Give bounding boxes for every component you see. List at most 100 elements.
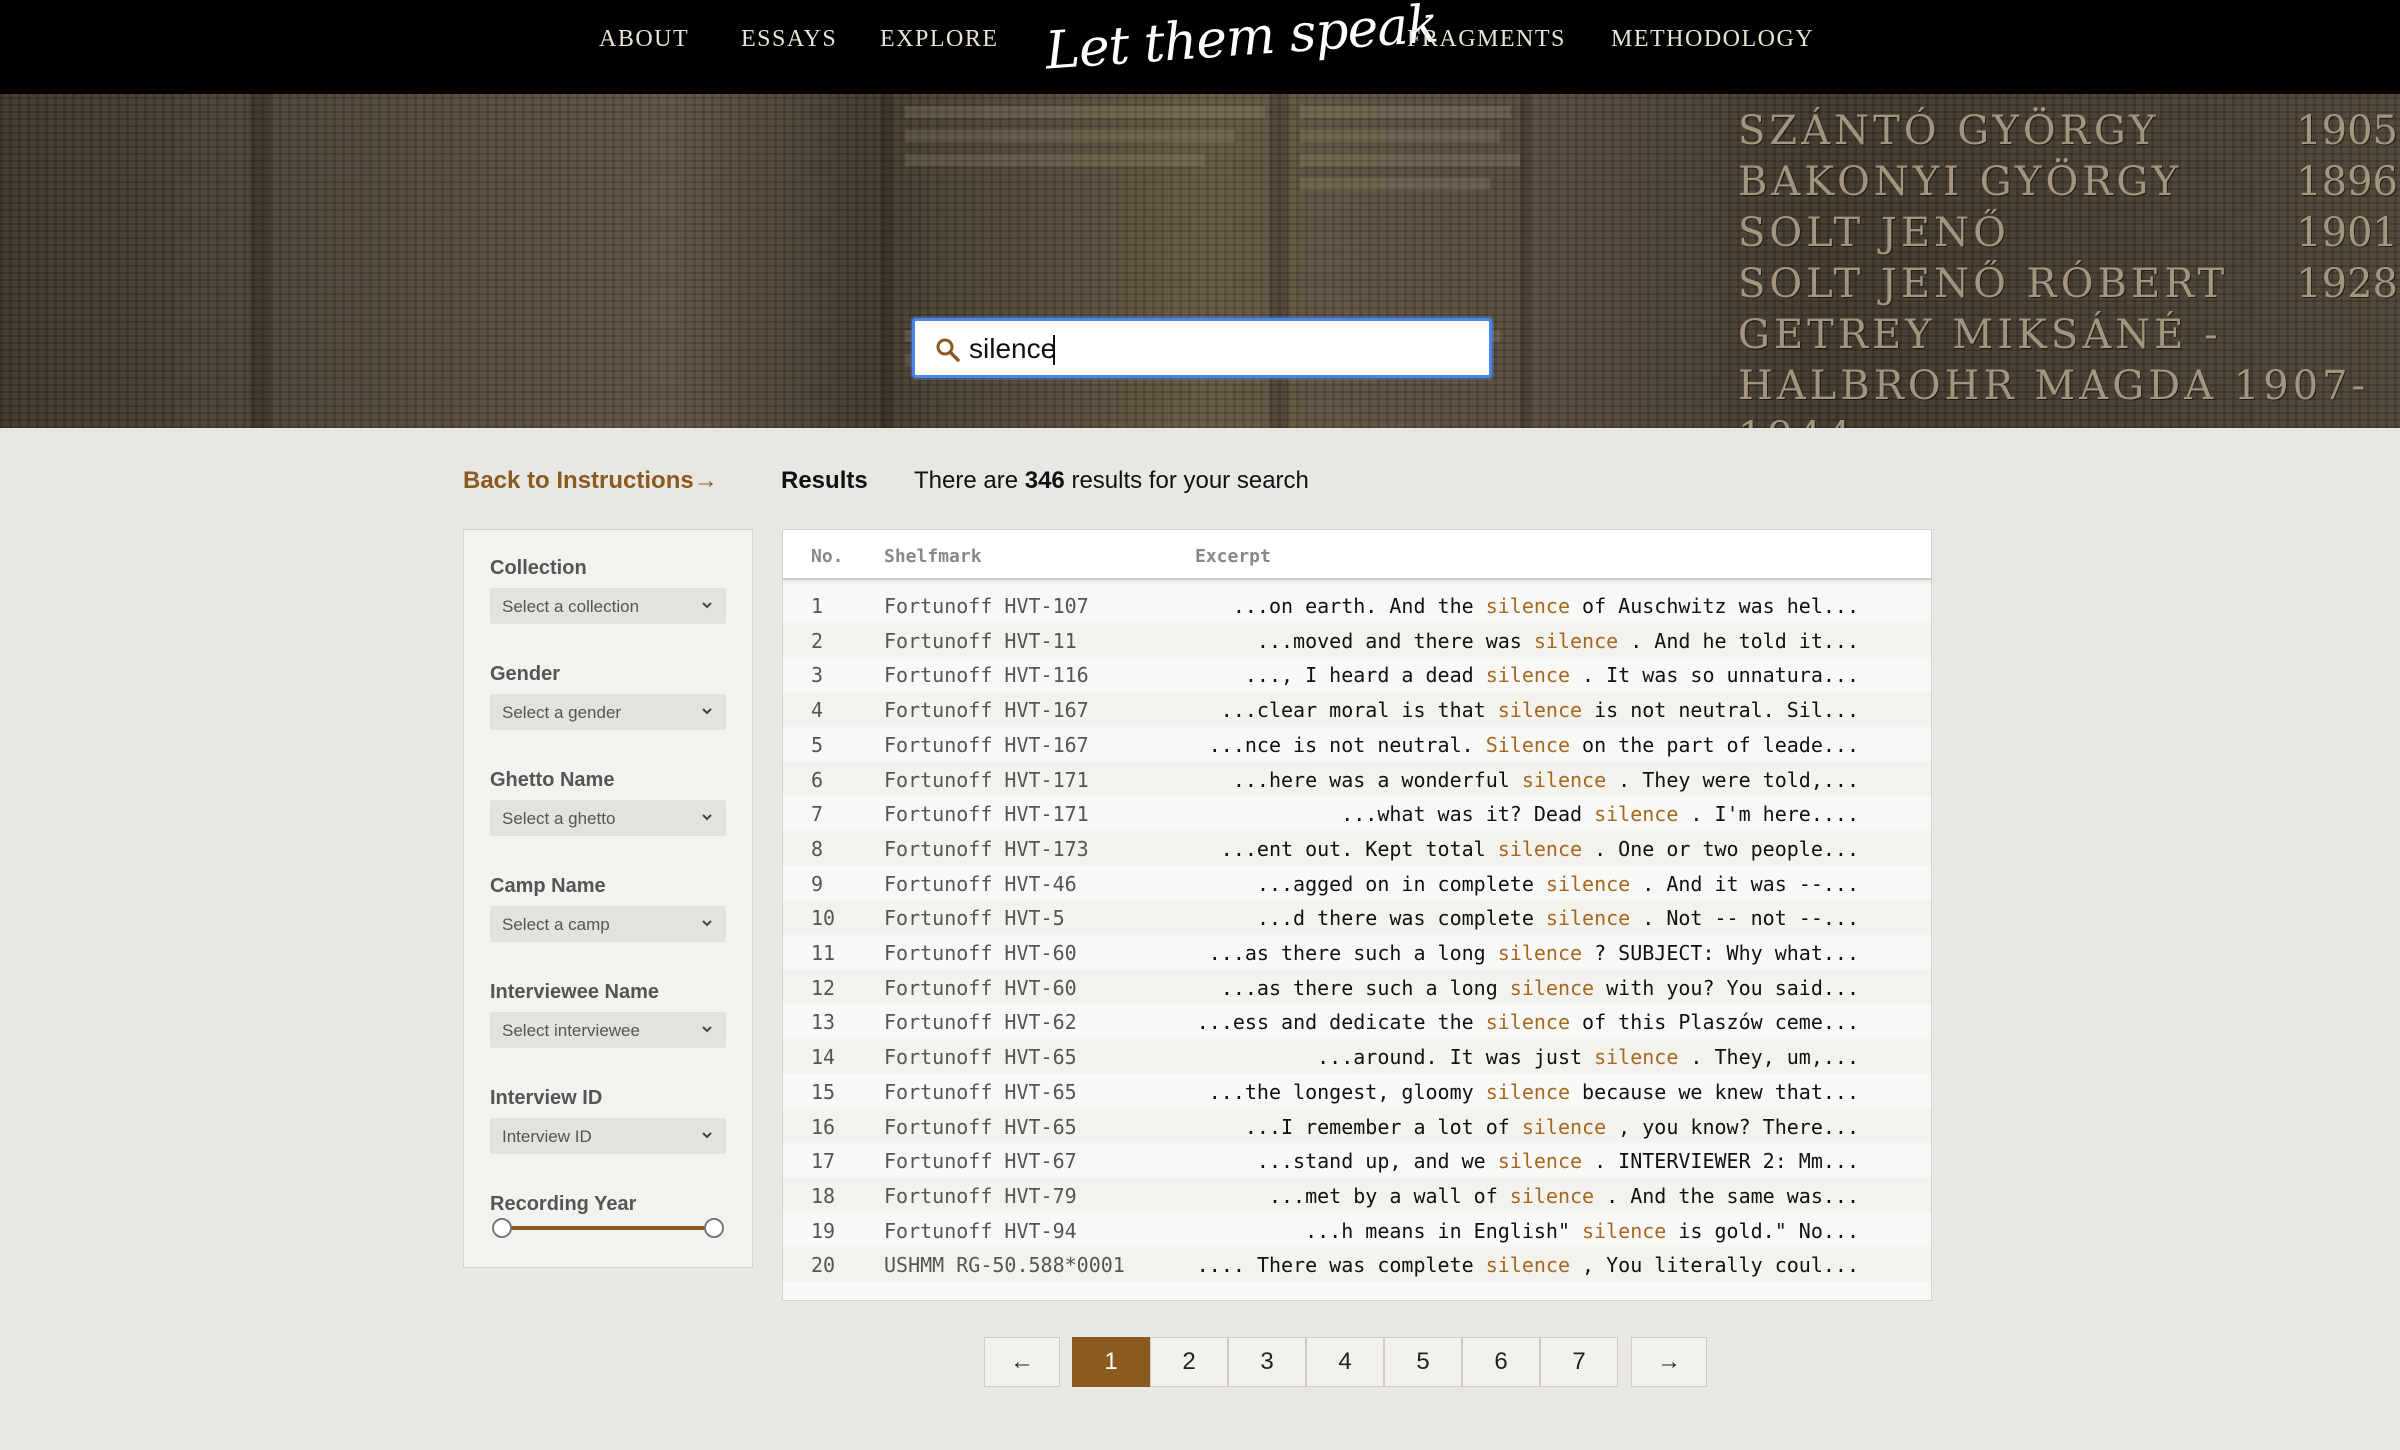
ghetto-select[interactable]: Select a ghetto [490, 800, 726, 836]
cell-shelfmark[interactable]: Fortunoff HVT-171 [884, 768, 1089, 792]
table-row[interactable]: 5 Fortunoff HVT-167 ...nce is not neutral.… [783, 726, 1931, 762]
table-row[interactable]: 17 Fortunoff HVT-67 ...stand up, and we si… [783, 1143, 1931, 1178]
table-row[interactable]: 4 Fortunoff HVT-167 ...clear moral is that… [783, 692, 1931, 727]
page-button-4[interactable]: 4 [1306, 1337, 1384, 1387]
table-row[interactable]: 19 Fortunoff HVT-94 ...h means in English"… [783, 1212, 1931, 1248]
cell-shelfmark[interactable]: Fortunoff HVT-67 [884, 1149, 1077, 1173]
cell-excerpt[interactable]: ...ent out. Kept total silence . One or … [1221, 837, 1859, 861]
cell-shelfmark[interactable]: Fortunoff HVT-11 [884, 629, 1077, 653]
table-row[interactable]: 8 Fortunoff HVT-173 ...ent out. Kept total… [783, 830, 1931, 866]
cell-shelfmark[interactable]: Fortunoff HVT-60 [884, 941, 1077, 965]
cell-excerpt[interactable]: ...met by a wall of silence . And the sa… [1269, 1184, 1859, 1208]
nav-link-about[interactable]: About [599, 26, 689, 53]
table-row[interactable]: 18 Fortunoff HVT-79 ...met by a wall of si… [783, 1177, 1931, 1213]
cell-shelfmark[interactable]: Fortunoff HVT-173 [884, 837, 1089, 861]
cell-excerpt[interactable]: ...what was it? Dead silence . I'm here.… [1341, 802, 1859, 826]
cell-excerpt[interactable]: ...around. It was just silence . They, u… [1317, 1045, 1859, 1069]
cell-shelfmark[interactable]: Fortunoff HVT-46 [884, 872, 1077, 896]
cell-shelfmark[interactable]: Fortunoff HVT-65 [884, 1045, 1077, 1069]
cell-excerpt[interactable]: ...nce is not neutral. Silence on the pa… [1209, 733, 1859, 757]
site-logo[interactable]: Let them speak [1043, 0, 1439, 82]
prev-page-button[interactable]: ← [984, 1337, 1060, 1387]
hero-texture [880, 94, 892, 428]
page-button-1[interactable]: 1 [1072, 1337, 1150, 1387]
table-row[interactable]: 10 Fortunoff HVT-5 ...d there was complete… [783, 900, 1931, 935]
cell-shelfmark[interactable]: Fortunoff HVT-167 [884, 733, 1089, 757]
cell-shelfmark[interactable]: Fortunoff HVT-62 [884, 1010, 1077, 1034]
cell-excerpt[interactable]: ...I remember a lot of silence , you kno… [1245, 1115, 1859, 1139]
cell-number: 4 [811, 698, 824, 723]
search-box[interactable] [912, 318, 1492, 378]
interview-id-select[interactable]: Interview ID [490, 1118, 726, 1154]
collection-select[interactable]: Select a collection [490, 588, 726, 624]
table-row[interactable]: 9 Fortunoff HVT-46 ...agged on in complete… [783, 865, 1931, 901]
cell-excerpt[interactable]: ...as there such a long silence with you… [1221, 976, 1859, 1000]
cell-excerpt[interactable]: ...the longest, gloomy silence because w… [1209, 1080, 1859, 1104]
nav-link-methodology[interactable]: Methodology [1611, 26, 1814, 53]
nav-link-fragments[interactable]: Fragments [1407, 26, 1566, 53]
keyword-highlight: silence [1545, 871, 1631, 896]
table-row[interactable]: 1 Fortunoff HVT-107 ...on earth. And the s… [783, 588, 1931, 623]
page-button-3[interactable]: 3 [1228, 1337, 1306, 1387]
cell-excerpt[interactable]: ...h means in English" silence is gold."… [1305, 1219, 1859, 1243]
cell-excerpt[interactable]: ...agged on in complete silence . And it… [1257, 872, 1859, 896]
table-row[interactable]: 2 Fortunoff HVT-11 ...moved and there was … [783, 622, 1931, 658]
cell-excerpt[interactable]: ...ess and dedicate the silence of this … [1197, 1010, 1859, 1034]
cell-excerpt[interactable]: ..., I heard a dead silence . It was so … [1245, 663, 1859, 687]
page-button-5[interactable]: 5 [1384, 1337, 1462, 1387]
cell-excerpt[interactable]: ...here was a wonderful silence . They w… [1233, 768, 1859, 792]
memorial-row: SZÁNTÓ GYÖRGY 1905 [1738, 108, 2398, 154]
cell-excerpt[interactable]: ...d there was complete silence . Not --… [1257, 906, 1859, 930]
cell-shelfmark[interactable]: Fortunoff HVT-5 [884, 906, 1065, 930]
page-button-6[interactable]: 6 [1462, 1337, 1540, 1387]
nav-link-explore[interactable]: Explore [880, 26, 999, 53]
search-input[interactable] [969, 329, 1469, 369]
excerpt-before: ..., I heard a dead [1244, 663, 1486, 688]
table-row[interactable]: 15 Fortunoff HVT-65 ...the longest, gloomy… [783, 1073, 1931, 1109]
cell-number: 11 [811, 941, 836, 965]
table-row[interactable]: 7 Fortunoff HVT-171 ...what was it? Dead s… [783, 796, 1931, 831]
excerpt-before: ...d there was complete [1256, 906, 1546, 931]
nav-link-essays[interactable]: Essays [741, 26, 837, 53]
table-row[interactable]: 13 Fortunoff HVT-62 ...ess and dedicate th… [783, 1004, 1931, 1040]
cell-excerpt[interactable]: .... There was complete silence , You li… [1197, 1253, 1859, 1277]
cell-shelfmark[interactable]: Fortunoff HVT-94 [884, 1219, 1077, 1243]
interviewee-select[interactable]: Select interviewee [490, 1012, 726, 1048]
cell-shelfmark[interactable]: Fortunoff HVT-107 [884, 594, 1089, 618]
cell-shelfmark[interactable]: Fortunoff HVT-171 [884, 802, 1089, 826]
cell-excerpt[interactable]: ...clear moral is that silence is not ne… [1221, 698, 1859, 722]
table-row[interactable]: 14 Fortunoff HVT-65 ...around. It was just… [783, 1039, 1931, 1074]
page-button-2[interactable]: 2 [1150, 1337, 1228, 1387]
keyword-highlight: silence [1594, 802, 1679, 827]
cell-excerpt[interactable]: ...moved and there was silence . And he … [1257, 629, 1859, 653]
cell-shelfmark[interactable]: Fortunoff HVT-116 [884, 663, 1089, 687]
cell-shelfmark[interactable]: Fortunoff HVT-167 [884, 698, 1089, 722]
excerpt-after: . They, um,... [1678, 1045, 1859, 1070]
cell-excerpt[interactable]: ...stand up, and we silence . INTERVIEWE… [1257, 1149, 1859, 1173]
gender-select[interactable]: Select a gender [490, 694, 726, 730]
cell-excerpt[interactable]: ...as there such a long silence ? SUBJEC… [1209, 941, 1859, 965]
table-row[interactable]: 11 Fortunoff HVT-60 ...as there such a lon… [783, 935, 1931, 970]
table-row[interactable]: 12 Fortunoff HVT-60 ...as there such a lon… [783, 969, 1931, 1005]
back-to-instructions-link[interactable]: Back to Instructions→ [463, 467, 718, 495]
cell-shelfmark[interactable]: Fortunoff HVT-60 [884, 976, 1077, 1000]
filter-label-collection: Collection [490, 557, 587, 579]
cell-shelfmark[interactable]: Fortunoff HVT-65 [884, 1115, 1077, 1139]
slider-min-handle[interactable] [492, 1218, 512, 1238]
next-page-button[interactable]: → [1631, 1337, 1707, 1387]
table-row[interactable]: 16 Fortunoff HVT-65 ...I remember a lot of… [783, 1108, 1931, 1144]
cell-shelfmark[interactable]: Fortunoff HVT-79 [884, 1184, 1077, 1208]
table-row[interactable]: 20 USHMM RG-50.588*0001 .... There was com… [783, 1247, 1931, 1282]
cell-shelfmark[interactable]: USHMM RG-50.588*0001 [884, 1253, 1125, 1277]
slider-max-handle[interactable] [704, 1218, 724, 1238]
chevron-down-icon [702, 1132, 712, 1139]
table-row[interactable]: 3 Fortunoff HVT-116 ..., I heard a dead si… [783, 657, 1931, 693]
recording-year-slider[interactable] [504, 1226, 714, 1230]
filter-label-ghetto: Ghetto Name [490, 769, 615, 791]
keyword-highlight: silence [1497, 836, 1583, 861]
cell-shelfmark[interactable]: Fortunoff HVT-65 [884, 1080, 1077, 1104]
table-row[interactable]: 6 Fortunoff HVT-171 ...here was a wonderfu… [783, 761, 1931, 797]
camp-select[interactable]: Select a camp [490, 906, 726, 942]
cell-excerpt[interactable]: ...on earth. And the silence of Auschwit… [1233, 594, 1859, 618]
page-button-7[interactable]: 7 [1540, 1337, 1618, 1387]
